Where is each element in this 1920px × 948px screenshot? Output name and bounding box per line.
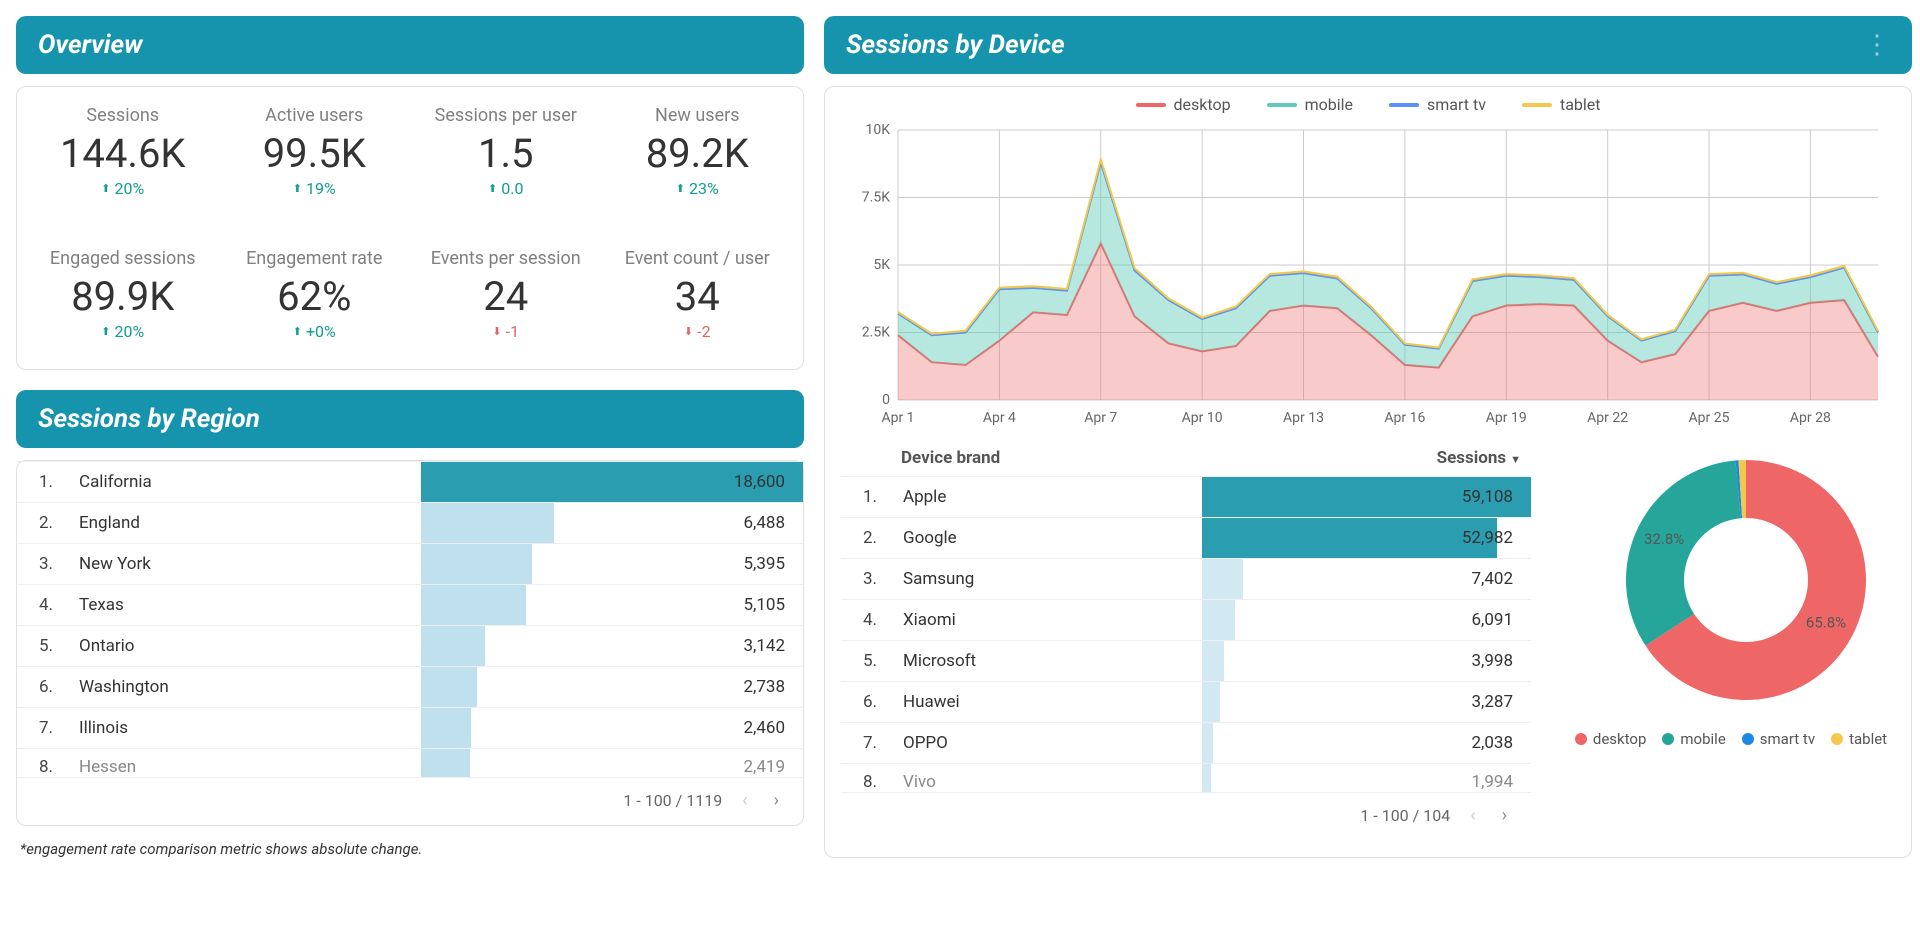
svg-text:7.5K: 7.5K xyxy=(862,190,890,206)
svg-text:Apr 16: Apr 16 xyxy=(1384,410,1425,426)
metric-label: Sessions xyxy=(27,105,219,126)
svg-text:Apr 4: Apr 4 xyxy=(983,410,1016,426)
donut-legend-item[interactable]: tablet xyxy=(1831,730,1887,748)
metric-value: 24 xyxy=(410,273,602,320)
table-row[interactable]: 8.Vivo1,994 xyxy=(841,764,1531,793)
brands-prev-button[interactable]: ‹ xyxy=(1464,801,1481,830)
table-row[interactable]: 4.Texas5,105 xyxy=(17,585,803,626)
metric-1: Active users 99.5K 19% xyxy=(219,105,411,198)
metric-6: Events per session 24 -1 xyxy=(410,248,602,341)
metric-label: Active users xyxy=(219,105,411,126)
svg-text:Apr 19: Apr 19 xyxy=(1486,410,1527,426)
donut-legend-item[interactable]: desktop xyxy=(1575,730,1647,748)
metric-3: New users 89.2K 23% xyxy=(602,105,794,198)
metric-delta: -2 xyxy=(684,322,711,341)
metric-4: Engaged sessions 89.9K 20% xyxy=(27,248,219,341)
table-row[interactable]: 7.OPPO2,038 xyxy=(841,723,1531,764)
svg-text:0: 0 xyxy=(882,392,890,408)
metric-value: 89.9K xyxy=(27,273,219,320)
legend-item[interactable]: smart tv xyxy=(1389,95,1486,114)
brands-pager: 1 - 100 / 104 ‹ › xyxy=(841,792,1531,840)
metric-label: Event count / user xyxy=(602,248,794,269)
metric-label: Events per session xyxy=(410,248,602,269)
brand-col-header[interactable]: Device brand xyxy=(891,440,1202,477)
svg-text:Apr 10: Apr 10 xyxy=(1182,410,1223,426)
svg-text:Apr 1: Apr 1 xyxy=(881,410,914,426)
svg-text:Apr 7: Apr 7 xyxy=(1084,410,1117,426)
svg-text:Apr 22: Apr 22 xyxy=(1587,410,1628,426)
device-donut-chart: 65.8% 32.8% xyxy=(1571,440,1891,720)
svg-text:32.8%: 32.8% xyxy=(1644,530,1684,548)
device-brand-table: Device brand Sessions▼ 1.Apple59,1082.Go… xyxy=(841,440,1531,792)
table-row[interactable]: 3.New York5,395 xyxy=(17,544,803,585)
table-row[interactable]: 5.Ontario3,142 xyxy=(17,626,803,667)
metric-delta: +0% xyxy=(293,322,336,341)
table-row[interactable]: 2.Google52,982 xyxy=(841,518,1531,559)
metric-delta: -1 xyxy=(492,322,519,341)
metric-value: 34 xyxy=(602,273,794,320)
brands-next-button[interactable]: › xyxy=(1496,801,1513,830)
regions-pager-text: 1 - 100 / 1119 xyxy=(623,791,722,810)
devices-card: desktop mobile smart tv tablet 0 2.5K 5K 7.5K 1… xyxy=(824,86,1912,858)
legend-item[interactable]: mobile xyxy=(1267,95,1353,114)
metric-value: 89.2K xyxy=(602,130,794,177)
metric-label: New users xyxy=(602,105,794,126)
metric-value: 62% xyxy=(219,273,411,320)
metric-5: Engagement rate 62% +0% xyxy=(219,248,411,341)
table-row[interactable]: 6.Washington2,738 xyxy=(17,667,803,708)
table-row[interactable]: 3.Samsung7,402 xyxy=(841,559,1531,600)
svg-text:Apr 25: Apr 25 xyxy=(1689,410,1730,426)
table-row[interactable]: 4.Xiaomi6,091 xyxy=(841,600,1531,641)
footnote: *engagement rate comparison metric shows… xyxy=(16,840,804,858)
svg-text:65.8%: 65.8% xyxy=(1806,613,1846,631)
metric-7: Event count / user 34 -2 xyxy=(602,248,794,341)
metric-delta: 23% xyxy=(676,179,719,198)
overview-header: Overview xyxy=(16,16,804,74)
metric-delta: 19% xyxy=(293,179,336,198)
legend-item[interactable]: desktop xyxy=(1136,95,1231,114)
metric-label: Sessions per user xyxy=(410,105,602,126)
table-row[interactable]: 5.Microsoft3,998 xyxy=(841,641,1531,682)
svg-text:Apr 28: Apr 28 xyxy=(1790,410,1831,426)
metric-delta: 20% xyxy=(101,179,144,198)
table-row[interactable]: 1.Apple59,108 xyxy=(841,477,1531,518)
metric-label: Engagement rate xyxy=(219,248,411,269)
sessions-col-header[interactable]: Sessions▼ xyxy=(1202,440,1532,477)
regions-next-button[interactable]: › xyxy=(768,786,785,815)
sessions-area-chart: 0 2.5K 5K 7.5K 10K Apr 1 Apr 4 Apr 7 Apr 10 Apr 1… xyxy=(845,120,1891,430)
metric-value: 1.5 xyxy=(410,130,602,177)
table-row[interactable]: 1.California18,600 xyxy=(17,462,803,503)
brands-pager-text: 1 - 100 / 104 xyxy=(1360,806,1450,825)
metric-2: Sessions per user 1.5 0.0 xyxy=(410,105,602,198)
regions-header: Sessions by Region xyxy=(16,390,804,448)
table-row[interactable]: 8.Hessen2,419 xyxy=(17,749,803,778)
legend-item[interactable]: tablet xyxy=(1522,95,1601,114)
table-row[interactable]: 7.Illinois2,460 xyxy=(17,708,803,749)
metric-label: Engaged sessions xyxy=(27,248,219,269)
svg-text:2.5K: 2.5K xyxy=(862,325,890,341)
svg-text:5K: 5K xyxy=(873,257,890,273)
svg-text:Apr 13: Apr 13 xyxy=(1283,410,1324,426)
table-row[interactable]: 2.England6,488 xyxy=(17,503,803,544)
devices-header: Sessions by Device ⋮ xyxy=(824,16,1912,74)
svg-text:10K: 10K xyxy=(865,122,890,138)
regions-prev-button[interactable]: ‹ xyxy=(736,786,753,815)
metric-value: 144.6K xyxy=(27,130,219,177)
metric-0: Sessions 144.6K 20% xyxy=(27,105,219,198)
metric-value: 99.5K xyxy=(219,130,411,177)
regions-card: 1.California18,6002.England6,4883.New Yo… xyxy=(16,460,804,826)
table-row[interactable]: 6.Huawei3,287 xyxy=(841,682,1531,723)
overview-card: Sessions 144.6K 20% Active users 99.5K 19% Ses… xyxy=(16,86,804,370)
more-icon[interactable]: ⋮ xyxy=(1864,30,1890,60)
metric-delta: 0.0 xyxy=(488,179,523,198)
regions-pager: 1 - 100 / 1119 ‹ › xyxy=(17,777,803,825)
donut-legend-item[interactable]: mobile xyxy=(1662,730,1725,748)
devices-title: Sessions by Device xyxy=(846,30,1065,60)
donut-legend-item[interactable]: smart tv xyxy=(1742,730,1815,748)
metric-delta: 20% xyxy=(101,322,144,341)
